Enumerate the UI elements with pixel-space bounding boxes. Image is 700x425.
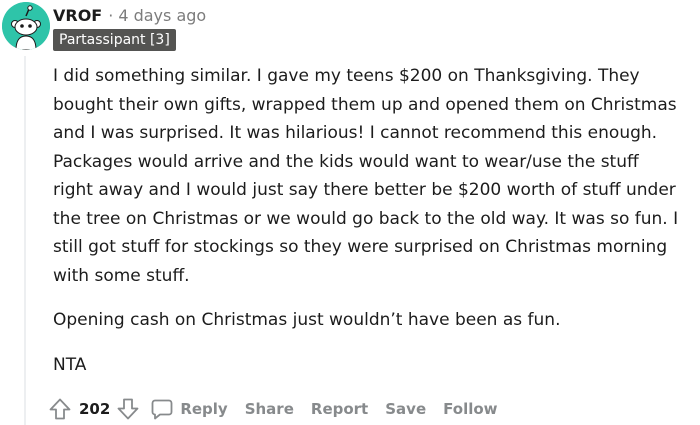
comment-line: the tree on Christmas or we would go bac… bbox=[53, 208, 679, 229]
timestamp[interactable]: 4 days ago bbox=[118, 6, 206, 25]
report-button[interactable]: Report bbox=[311, 400, 368, 418]
comment-line: I did something similar. I gave my teens… bbox=[53, 66, 640, 86]
separator-dot: · bbox=[108, 5, 114, 25]
comment-line: and I was surprised. It was hilarious! I… bbox=[53, 123, 658, 143]
comment-paragraph: NTA bbox=[53, 351, 700, 380]
comment-actions: 202 Reply Share Report Save Follow bbox=[46, 394, 498, 424]
comment-line: still got stuff for stockings so they we… bbox=[53, 237, 668, 257]
comment-line: right away and I would just say there be… bbox=[53, 180, 676, 200]
upvote-button[interactable] bbox=[46, 395, 74, 423]
comment: VROF · 4 days ago Partassipant [3] I did… bbox=[0, 0, 700, 425]
user-flair: Partassipant [3] bbox=[53, 29, 176, 51]
vote-score: 202 bbox=[79, 400, 111, 418]
share-button[interactable]: Share bbox=[245, 400, 294, 418]
downvote-button[interactable] bbox=[114, 395, 142, 423]
comment-bubble-icon bbox=[151, 399, 173, 420]
save-button[interactable]: Save bbox=[385, 400, 426, 418]
comment-paragraph: Opening cash on Christmas just wouldn’t … bbox=[53, 306, 700, 335]
comment-line: bought their own gifts, wrapped them up … bbox=[53, 94, 677, 115]
downvote-arrow-icon bbox=[117, 398, 139, 420]
comment-body: I did something similar. I gave my teens… bbox=[53, 62, 700, 395]
reply-label: Reply bbox=[180, 400, 228, 418]
comment-line: Opening cash on Christmas just wouldn’t … bbox=[53, 310, 561, 330]
snoo-avatar-icon bbox=[2, 2, 50, 50]
comment-line: NTA bbox=[53, 354, 87, 375]
reply-button[interactable]: Reply bbox=[150, 397, 228, 421]
follow-button[interactable]: Follow bbox=[443, 400, 497, 418]
thread-line[interactable] bbox=[24, 56, 26, 425]
comment-header: VROF · 4 days ago bbox=[53, 4, 206, 26]
upvote-arrow-icon bbox=[49, 398, 71, 420]
user-avatar[interactable] bbox=[2, 2, 50, 50]
username[interactable]: VROF bbox=[53, 6, 102, 25]
comment-paragraph: I did something similar. I gave my teens… bbox=[53, 62, 700, 290]
comment-line: Packages would arrive and the kids would… bbox=[53, 151, 639, 172]
comment-line: with some stuff. bbox=[53, 265, 190, 286]
